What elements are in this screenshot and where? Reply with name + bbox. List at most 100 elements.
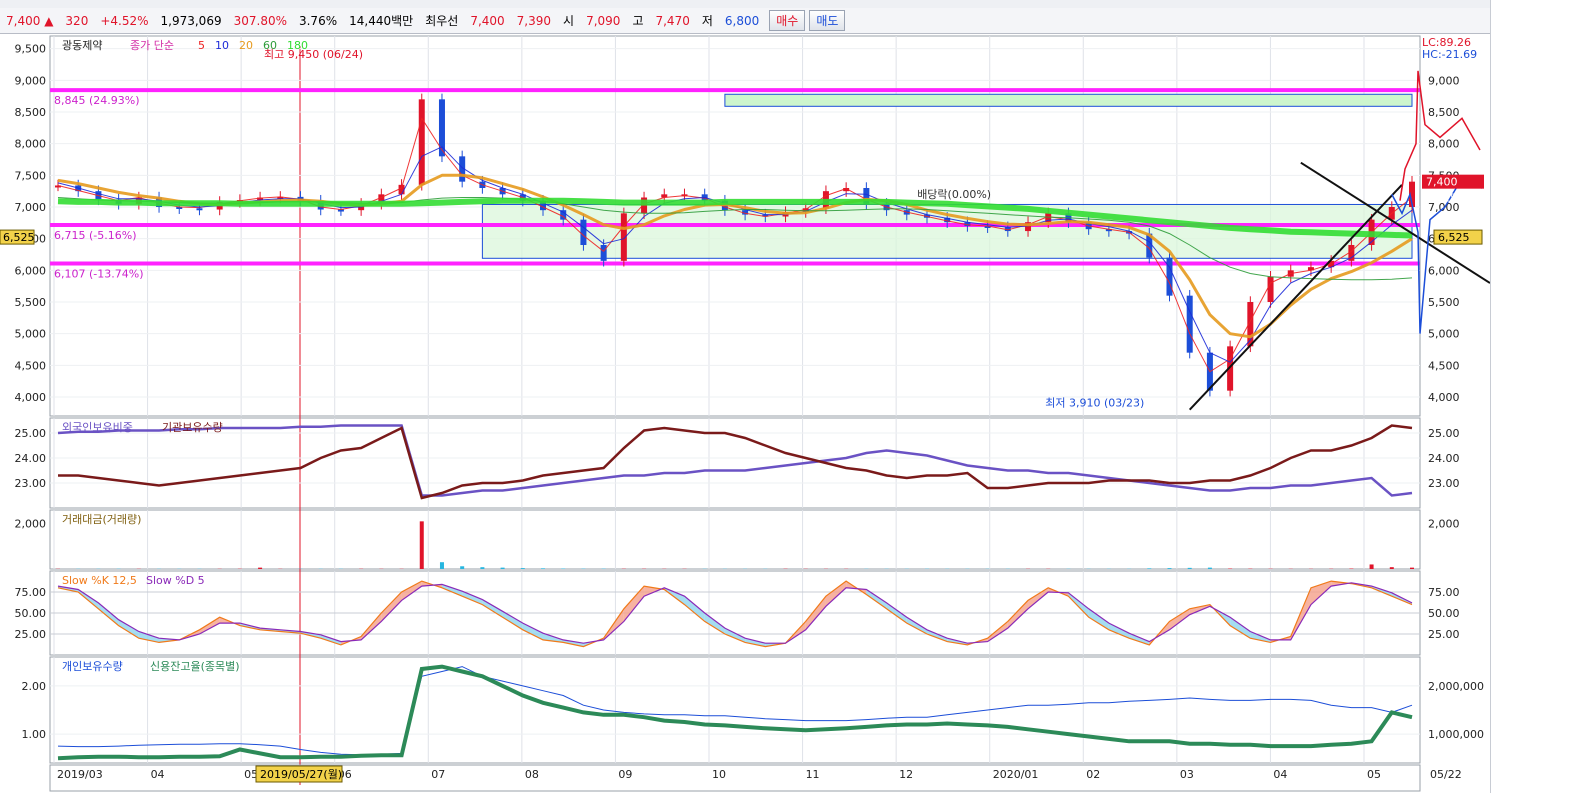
x-tick-label: 2019/03 bbox=[57, 768, 103, 781]
level-label-2: 6,107 (-13.74%) bbox=[54, 268, 143, 281]
indiv-title2: 신용잔고율(종목별) bbox=[150, 660, 240, 673]
ma-legend-180: 180 bbox=[287, 39, 308, 52]
stoch-y-right-tick: 75.00 bbox=[1428, 586, 1460, 599]
quote-bar: 7,400 ▲ 320 +4.52% 1,973,069 307.80% 3.7… bbox=[0, 8, 1490, 34]
open-price: 7,090 bbox=[586, 13, 621, 28]
value-y-right-tick: 2,000 bbox=[1428, 518, 1460, 531]
value-title: 거래대금(거래량) bbox=[62, 513, 141, 526]
value-bar bbox=[419, 521, 424, 569]
right-margin bbox=[1490, 0, 1584, 793]
holdings-title: 외국인보유비중 bbox=[62, 421, 133, 434]
value-bar bbox=[541, 568, 546, 569]
price-y-tick: 8,500 bbox=[15, 106, 47, 119]
dividend-note: 배당락(0.00%) bbox=[917, 188, 991, 201]
pref-label: 최우선 bbox=[425, 14, 459, 28]
value-bar bbox=[439, 562, 444, 569]
x-last-label: 05/22 bbox=[1430, 768, 1462, 781]
current-price: 7,400 ▲ bbox=[6, 13, 54, 28]
price-y-tick: 8,000 bbox=[15, 138, 47, 151]
x-tick-label: 04 bbox=[151, 768, 165, 781]
candle-body bbox=[600, 245, 607, 261]
stoch-y-tick: 75.00 bbox=[15, 586, 47, 599]
candle-body bbox=[580, 219, 587, 245]
stoch-y-right-tick: 25.00 bbox=[1428, 628, 1460, 641]
value-bar bbox=[1187, 567, 1192, 569]
pref-ask: 7,400 bbox=[470, 13, 505, 28]
indiv-y-tick: 1.00 bbox=[22, 728, 47, 741]
volume-ratio: 307.80% bbox=[233, 13, 287, 28]
current-box-left-label: 6,525 bbox=[3, 231, 35, 244]
price-y-tick: 5,000 bbox=[15, 328, 47, 341]
candle-body bbox=[1166, 257, 1173, 296]
trade-amount: 14,440백만 bbox=[349, 14, 414, 28]
holdings-title2: 기관보유수량 bbox=[162, 421, 223, 434]
high-label: 고 bbox=[632, 14, 644, 28]
open-label: 시 bbox=[563, 14, 575, 28]
price-y-tick: 7,000 bbox=[15, 201, 47, 214]
high-price: 7,470 bbox=[655, 13, 690, 28]
last-price-label: 7,400 bbox=[1426, 176, 1458, 189]
value-bar bbox=[1167, 568, 1172, 569]
price-y-right-tick: 9,000 bbox=[1428, 74, 1460, 87]
high-note: 최고 9,450 (06/24) bbox=[264, 48, 363, 61]
target-zone-box bbox=[724, 93, 1413, 107]
value-bar bbox=[1147, 568, 1152, 569]
sell-button[interactable]: 매도 bbox=[809, 10, 846, 31]
pref-bid: 7,390 bbox=[516, 13, 552, 28]
stoch-title2: Slow %D 5 bbox=[146, 574, 205, 587]
x-tick-label: 03 bbox=[1180, 768, 1194, 781]
value-bar bbox=[1410, 567, 1414, 569]
last-pct-label: 4.52% bbox=[1426, 192, 1461, 205]
price-change: 320 bbox=[65, 13, 89, 28]
ma-legend-prefix: 종가 단순 bbox=[130, 39, 174, 52]
candle-body bbox=[1267, 276, 1274, 302]
price-y-tick: 6,000 bbox=[15, 264, 47, 277]
value-y-tick: 2,000 bbox=[15, 518, 47, 531]
x-tick-label: 05 bbox=[1367, 768, 1381, 781]
x-tick-label: 07 bbox=[431, 768, 445, 781]
price-y-right-tick: 5,500 bbox=[1428, 296, 1460, 309]
price-y-right-tick: 4,000 bbox=[1428, 391, 1460, 404]
panel-frame-individual_credit bbox=[49, 656, 1421, 764]
price-y-tick: 9,000 bbox=[15, 74, 47, 87]
value-bar bbox=[1207, 567, 1212, 569]
stoch-y-tick: 50.00 bbox=[15, 607, 47, 620]
holdings-y-right-tick: 23.00 bbox=[1428, 477, 1460, 490]
ma-legend-5: 5 bbox=[198, 39, 205, 52]
level-label-0: 8,845 (24.93%) bbox=[54, 94, 140, 107]
price-y-right-tick: 8,500 bbox=[1428, 106, 1460, 119]
price-y-right-tick: 5,000 bbox=[1428, 328, 1460, 341]
x-tick-label: 04 bbox=[1273, 768, 1287, 781]
low-note: 최저 3,910 (03/23) bbox=[1045, 397, 1144, 410]
level-label-1: 6,715 (-5.16%) bbox=[54, 229, 136, 242]
hc-label: HC:-21.69 bbox=[1422, 48, 1477, 61]
turnover: 3.76% bbox=[298, 13, 338, 28]
low-label: 저 bbox=[701, 14, 713, 28]
panel-frame-holdings bbox=[49, 417, 1421, 509]
stoch-title: Slow %K 12,5 bbox=[62, 574, 137, 587]
buy-button[interactable]: 매수 bbox=[769, 10, 806, 31]
candle-body bbox=[418, 99, 425, 185]
price-y-right-tick: 4,500 bbox=[1428, 359, 1460, 372]
x-tick-label: 2020/01 bbox=[993, 768, 1039, 781]
ma-legend-60: 60 bbox=[263, 39, 277, 52]
price-y-tick: 4,500 bbox=[15, 359, 47, 372]
ma-legend-20: 20 bbox=[239, 39, 253, 52]
holdings-y-right-tick: 24.00 bbox=[1428, 452, 1460, 465]
price-y-tick: 4,000 bbox=[15, 391, 47, 404]
holdings-y-tick: 23.00 bbox=[15, 477, 47, 490]
price-change-pct: +4.52% bbox=[100, 13, 149, 28]
volume: 1,973,069 bbox=[160, 13, 222, 28]
x-tick-label: 12 bbox=[899, 768, 913, 781]
value-bar bbox=[1369, 564, 1374, 569]
stock-chart[interactable]: 2019/03 04 05 06 07 08 09 10 11 12 2020/01 02 03 04 05… bbox=[0, 34, 1490, 793]
price-title: 광동제약 bbox=[62, 38, 102, 52]
value-bar bbox=[258, 567, 263, 569]
price-y-tick: 5,500 bbox=[15, 296, 47, 309]
x-tick-label: 02 bbox=[1086, 768, 1100, 781]
panel-frame-trading_value bbox=[49, 509, 1421, 570]
indiv-y-right-tick: 1,000,000 bbox=[1428, 728, 1484, 741]
price-y-right-tick: 6,000 bbox=[1428, 264, 1460, 277]
value-bar bbox=[480, 567, 485, 569]
candle-body bbox=[1186, 295, 1193, 353]
